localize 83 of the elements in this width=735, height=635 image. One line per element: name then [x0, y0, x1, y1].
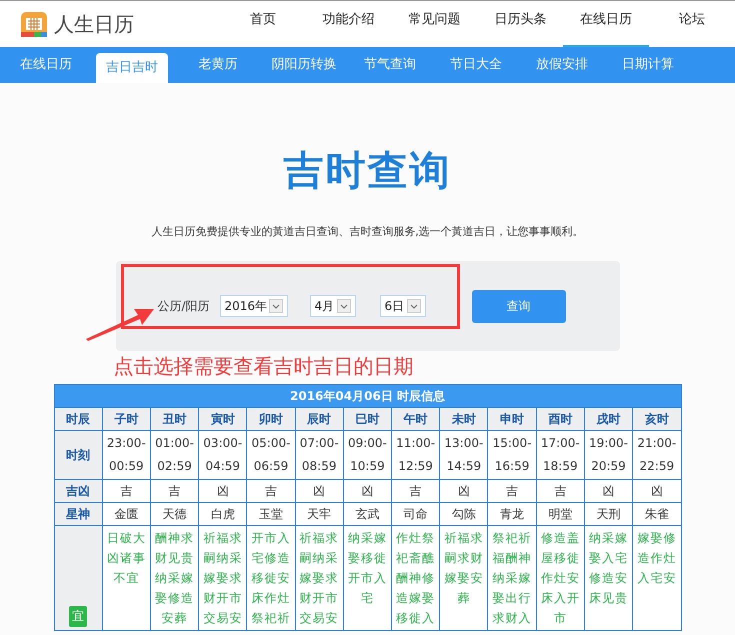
table-cell: 13:00-14:59 — [440, 430, 488, 480]
caret-icon — [406, 299, 420, 313]
column-header: 申时 — [488, 408, 536, 430]
column-header: 卯时 — [246, 408, 296, 430]
table-cell: 修造盖屋移徙作灶安床入开市 — [536, 526, 584, 630]
table-cell: 纳采嫁娶移徙开市入宅 — [343, 526, 392, 630]
table-cell: 吉 — [392, 480, 440, 502]
table-cell: 19:00-20:59 — [584, 430, 633, 480]
page-heading: 吉时查询 — [284, 147, 452, 196]
table-cell: 凶 — [198, 480, 247, 502]
column-header: 午时 — [392, 408, 440, 430]
table-cell: 酬神求财见贵纳采嫁娶修造安葬 — [150, 526, 199, 630]
table-cell: 吉 — [536, 480, 584, 502]
table-cell: 吉 — [102, 480, 150, 502]
table-cell: 11:00-12:59 — [392, 430, 440, 480]
table-cell: 17:00-18:59 — [536, 430, 584, 480]
table-cell: 凶 — [632, 480, 681, 502]
table-cell: 玉堂 — [246, 502, 296, 526]
table-cell: 开市入宅修造移徙安床作灶祭祀祈 — [246, 526, 296, 630]
table-cell: 09:00-10:59 — [343, 430, 392, 480]
nav-link[interactable]: 常见问题 — [392, 1, 478, 47]
table-cell: 金匮 — [102, 502, 150, 526]
table-cell: 15:00-16:59 — [488, 430, 536, 480]
nav-link[interactable]: 论坛 — [649, 1, 735, 47]
table-cell: 勾陈 — [440, 502, 488, 526]
table-cell: 01:00-02:59 — [150, 430, 199, 480]
brand-name: 人生日历 — [54, 10, 134, 38]
table-cell: 吉 — [150, 480, 199, 502]
column-header: 丑时 — [150, 408, 199, 430]
table-cell: 纳采嫁娶入宅修造安床见贵 — [584, 526, 633, 630]
column-header: 寅时 — [198, 408, 247, 430]
calendar-type-label: 公历/阳历 — [158, 298, 211, 314]
day-select[interactable]: 6日 — [380, 295, 426, 317]
row-header: 时辰 — [54, 408, 102, 430]
row-header: 吉凶 — [54, 480, 102, 502]
table-cell: 天牢 — [295, 502, 344, 526]
table-cell: 祈福求嗣纳采嫁娶求财开市交易安 — [198, 526, 247, 630]
nav-link[interactable]: 首页 — [220, 1, 306, 47]
column-header: 亥时 — [632, 408, 681, 430]
month-select[interactable]: 4月 — [310, 295, 356, 317]
table-cell: 天刑 — [584, 502, 633, 526]
table-cell: 吉 — [488, 480, 536, 502]
caret-icon — [268, 299, 282, 313]
table-cell: 天德 — [150, 502, 199, 526]
table-cell: 21:00-22:59 — [632, 430, 681, 480]
table-cell: 凶 — [343, 480, 392, 502]
description-text: 人生日历免费提供专业的黃道吉日查询、吉时查询服务,选一个黃道吉日，让您事事顺利。 — [151, 224, 584, 239]
table-cell: 朱雀 — [632, 502, 681, 526]
table-cell: 03:00-04:59 — [198, 430, 247, 480]
column-header: 戌时 — [584, 408, 633, 430]
table-cell: 祈福求嗣纳采嫁娶求财开市交易安 — [295, 526, 344, 630]
caret-icon — [336, 299, 350, 313]
table-cell: 嫁娶修造作灶入宅安 — [632, 526, 681, 630]
nav-link[interactable]: 功能介绍 — [306, 1, 392, 47]
table-cell: 凶 — [584, 480, 633, 502]
table-cell: 白虎 — [198, 502, 247, 526]
table-cell: 23:00-00:59 — [102, 430, 150, 480]
calendar-logo-icon — [20, 10, 48, 38]
row-header: 星神 — [54, 502, 102, 526]
annotation-text: 点击选择需要查看吉时吉日的日期 — [112, 353, 414, 380]
nav-link[interactable]: 日历头条 — [477, 1, 564, 47]
table-cell: 祈福求嗣求财嫁娶安葬 — [440, 526, 488, 630]
row-header: 时刻 — [54, 430, 102, 480]
table-cell: 作灶祭祀斋醮酬神修造嫁娶移徙入 — [392, 526, 440, 630]
column-header: 辰时 — [295, 408, 344, 430]
column-header: 酉时 — [536, 408, 584, 430]
table-title: 2016年04月06日 时辰信息 — [54, 384, 681, 408]
table-cell: 凶 — [295, 480, 344, 502]
table-cell: 07:00-08:59 — [295, 430, 344, 480]
table-cell: 吉 — [246, 480, 296, 502]
table-cell: 青龙 — [488, 502, 536, 526]
year-select[interactable]: 2016年 — [220, 295, 288, 317]
table-cell: 玄武 — [343, 502, 392, 526]
table-cell: 明堂 — [536, 502, 584, 526]
column-header: 子时 — [102, 408, 150, 430]
column-header: 巳时 — [343, 408, 392, 430]
table-cell: 祭祀祈福酬神纳采嫁娶出行求财入 — [488, 526, 536, 630]
table-cell: 日破大凶诸事不宜 — [102, 526, 150, 630]
suitable-badge: 宜 — [69, 606, 88, 627]
table-cell: 司命 — [392, 502, 440, 526]
column-header: 未时 — [440, 408, 488, 430]
table-cell: 凶 — [440, 480, 488, 502]
table-cell: 05:00-06:59 — [246, 430, 296, 480]
